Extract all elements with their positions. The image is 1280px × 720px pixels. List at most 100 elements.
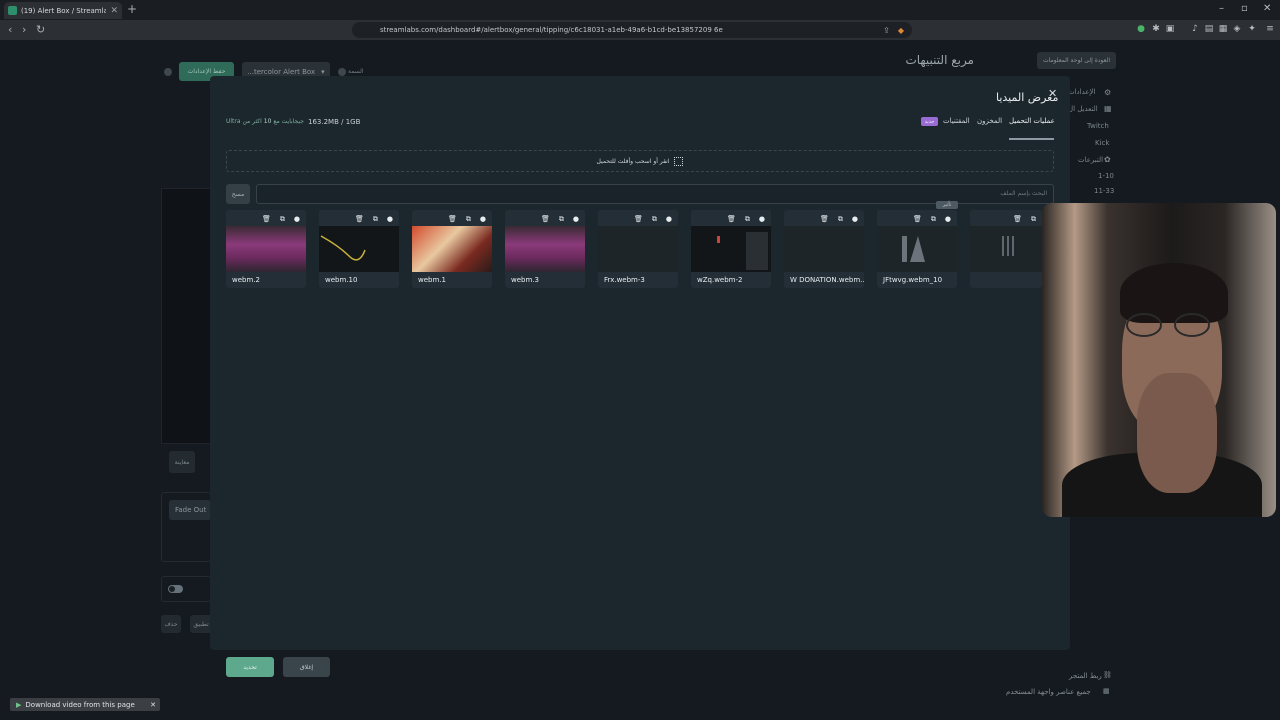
trash-icon[interactable]: 🗑 [448, 215, 457, 224]
tab-uploads[interactable]: عمليات التحميل [1009, 117, 1055, 125]
new-tab-icon[interactable]: + [127, 2, 137, 16]
download-close-icon[interactable]: ✕ [150, 701, 156, 709]
media-card[interactable]: 🗑 ⧉ ● webm.1 [412, 210, 492, 288]
maximize-icon[interactable]: ▫ [1241, 3, 1248, 14]
menu-icon[interactable]: ≡ [1265, 24, 1275, 34]
ultra-upsell[interactable]: Ultra جيجابايت مع 10 اكثر من [226, 118, 304, 125]
media-card[interactable]: 🗑 ⧉ [970, 210, 1042, 288]
media-thumbnail [505, 226, 585, 272]
copy-icon[interactable]: ⧉ [280, 215, 285, 224]
delete-button[interactable]: حذف [161, 615, 181, 633]
copy-icon[interactable]: ⧉ [559, 215, 564, 224]
trash-icon[interactable]: 🗑 [820, 215, 829, 224]
play-icon[interactable]: ● [480, 215, 486, 224]
trash-icon[interactable]: 🗑 [541, 215, 550, 224]
trash-icon[interactable]: 🗑 [1013, 215, 1022, 224]
apply-button[interactable]: تطبيق [190, 615, 212, 633]
wallet-icon[interactable]: ◈ [1232, 24, 1242, 34]
screenshot-icon[interactable]: ▣ [1165, 24, 1175, 34]
tab-close-icon[interactable]: ✕ [110, 6, 118, 16]
toggle-switch[interactable] [168, 585, 183, 593]
media-card[interactable]: 🗑 ⧉ ● wZq.webm-2 [691, 210, 771, 288]
copy-icon[interactable]: ⧉ [466, 215, 471, 224]
play-icon[interactable]: ● [945, 215, 951, 224]
share-icon[interactable]: ⇪ [883, 26, 890, 35]
copy-icon[interactable]: ⧉ [373, 215, 378, 224]
all-widgets-link[interactable]: جميع عناصر واجهة المستخدم [1006, 688, 1091, 696]
media-thumbnail [598, 226, 678, 272]
media-card[interactable]: 🗑 ⧉ ● webm.2 [226, 210, 306, 288]
trash-icon[interactable]: 🗑 [262, 215, 271, 224]
bars-graphic-icon [1002, 236, 1014, 256]
theme-help-icon[interactable] [338, 68, 346, 76]
tab-search-icon[interactable]: ▦ [1218, 24, 1228, 34]
brave-shield-icon[interactable]: ◆ [898, 26, 904, 35]
trash-icon[interactable]: 🗑 [355, 215, 364, 224]
sidebar-item-kick[interactable]: Kick [1095, 139, 1109, 147]
fade-out-select[interactable]: Fade Out [169, 500, 211, 520]
glasses-right-lens [1174, 313, 1210, 337]
help-icon[interactable] [164, 68, 172, 76]
play-icon[interactable]: ● [387, 215, 393, 224]
card-actions: 🗑 ⧉ [1013, 215, 1036, 224]
copy-icon[interactable]: ⧉ [652, 215, 657, 224]
media-card[interactable]: 🗑 ⧉ ● webm.3 [505, 210, 585, 288]
close-window-icon[interactable]: ✕ [1263, 3, 1271, 14]
play-icon[interactable]: ● [759, 215, 765, 224]
download-video-bar[interactable]: ▶ Download video from this page ✕ [10, 698, 160, 711]
sidebar-item-edit[interactable]: التعديل ال [1068, 105, 1098, 113]
media-card[interactable]: 🗑 ⧉ ● JFtwvg.webm_10 [877, 210, 957, 288]
card-actions: 🗑 ⧉ ● [448, 215, 486, 224]
media-card[interactable]: 🗑 ⧉ ● webm.10 [319, 210, 399, 288]
tab-collectibles[interactable]: المقتنيات [943, 117, 970, 125]
card-actions: 🗑 ⧉ ● [820, 215, 858, 224]
forward-icon[interactable]: › [22, 23, 26, 36]
search-input[interactable]: البحث بإسم الملف [256, 184, 1054, 204]
link-store[interactable]: ربط المتجر [1069, 672, 1102, 680]
sidebar-item-range-2[interactable]: 11-33 [1094, 187, 1114, 195]
copy-icon[interactable]: ⧉ [931, 215, 936, 224]
trash-icon[interactable]: 🗑 [913, 215, 922, 224]
browser-tab-bar: (19) Alert Box / Streamlabs ✕ + – ▫ ✕ [0, 0, 1280, 20]
webcam-hand [1137, 373, 1217, 493]
url-field[interactable]: streamlabs.com/dashboard#/alertbox/gener… [352, 22, 912, 38]
preview-button[interactable]: معاينة [169, 451, 195, 473]
sidebar-item-twitch[interactable]: Twitch [1087, 122, 1109, 130]
trash-icon[interactable]: 🗑 [634, 215, 643, 224]
close-button[interactable]: إغلاق [283, 657, 330, 677]
clear-search-button[interactable]: مسح [226, 184, 250, 204]
back-to-dashboard-button[interactable]: العودة إلى لوحة المعلومات [1037, 52, 1116, 69]
media-card[interactable]: 🗑 ⧉ ● Frx.webm-3 [598, 210, 678, 288]
extension-icon[interactable]: ● [1136, 24, 1146, 34]
sidebar-item-donations[interactable]: التبرعات [1078, 156, 1103, 164]
copy-icon[interactable]: ⧉ [745, 215, 750, 224]
sidebar-icon[interactable]: ▤ [1204, 24, 1214, 34]
play-icon[interactable]: ● [573, 215, 579, 224]
browser-tab[interactable]: (19) Alert Box / Streamlabs ✕ [4, 2, 122, 19]
puzzle-icon[interactable]: ✱ [1151, 24, 1161, 34]
select-button[interactable]: تحديد [226, 657, 274, 677]
trash-icon[interactable]: 🗑 [727, 215, 736, 224]
media-filename: webm.1 [418, 276, 446, 284]
storage-usage: 163.2MB / 1GB [308, 118, 361, 126]
copy-icon[interactable]: ⧉ [838, 215, 843, 224]
play-icon[interactable]: ● [666, 215, 672, 224]
minimize-icon[interactable]: – [1219, 3, 1224, 14]
sidebar-item-range-1[interactable]: 1-10 [1098, 172, 1114, 180]
reload-icon[interactable]: ↻ [36, 23, 45, 36]
back-icon[interactable]: ‹ [8, 23, 12, 36]
media-filename: JFtwvg.webm_10 [883, 276, 943, 284]
media-thumbnail [412, 226, 492, 272]
tab-stock[interactable]: المخزون [977, 117, 1002, 125]
leo-icon[interactable]: ✦ [1247, 24, 1257, 34]
music-icon[interactable]: ♪ [1190, 24, 1200, 34]
url-text: streamlabs.com/dashboard#/alertbox/gener… [380, 26, 723, 34]
media-card[interactable]: 🗑 ⧉ ● W DONATION.webm... [784, 210, 864, 288]
copy-icon[interactable]: ⧉ [1031, 215, 1036, 224]
play-icon[interactable]: ● [294, 215, 300, 224]
sidebar-item-settings[interactable]: الإعدادات [1068, 88, 1095, 96]
play-icon[interactable]: ● [852, 215, 858, 224]
widgets-icon: ▦ [1103, 687, 1110, 695]
upload-dropzone[interactable]: انقر أو اسحب وأفلت للتحميل [226, 150, 1054, 172]
card-actions: 🗑 ⧉ ● [262, 215, 300, 224]
